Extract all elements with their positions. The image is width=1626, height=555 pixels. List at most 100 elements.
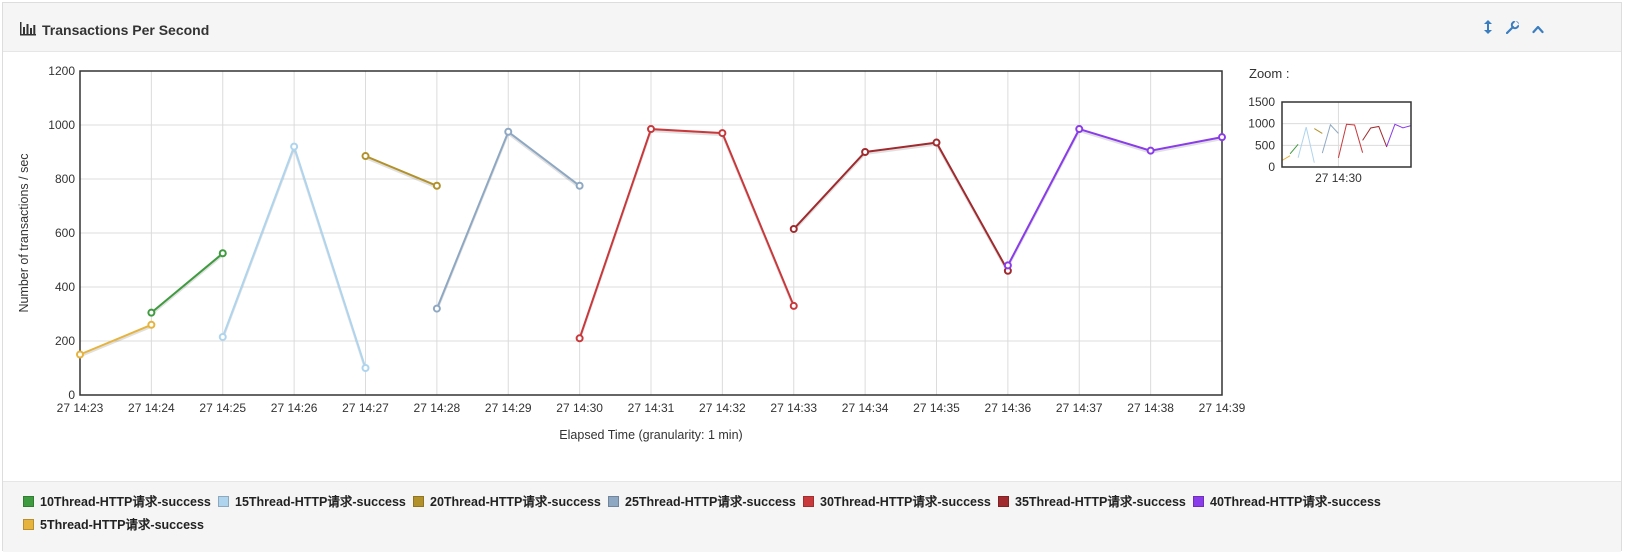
legend-label: 25Thread-HTTP请求-success [625,495,796,509]
zoom-y-tick-label: 500 [1255,138,1275,152]
series-line [578,128,795,339]
wrench-icon[interactable] [1503,20,1521,38]
x-tick-label: 27 14:30 [556,401,603,415]
zoom-series-line [1321,123,1339,154]
legend-swatch [413,496,424,507]
series-line [365,155,438,187]
x-tick-label: 27 14:32 [699,401,746,415]
zoom-y-tick-label: 0 [1268,160,1275,174]
data-point[interactable] [1075,125,1084,134]
series-line [1007,127,1223,266]
y-tick-label: 0 [68,388,75,402]
y-tick-label: 800 [55,172,75,186]
data-point[interactable] [218,332,227,341]
x-tick-label: 27 14:33 [770,401,817,415]
series-line [79,323,152,356]
x-tick-label: 27 14:28 [414,401,461,415]
legend-item[interactable]: 25Thread-HTTP请求-success [608,493,796,511]
legend-item[interactable]: 30Thread-HTTP请求-success [803,493,991,511]
data-point[interactable] [290,142,299,151]
zoom-y-tick-label: 1000 [1248,117,1275,131]
data-point[interactable] [432,304,441,313]
legend-label: 5Thread-HTTP请求-success [40,518,204,532]
zoom-overview-chart[interactable]: 1500 1000 500 0 27 14:30 [1243,91,1423,201]
zoom-x-tick-label: 27 14:30 [1315,171,1362,185]
data-point[interactable] [1003,261,1012,270]
data-point[interactable] [575,181,584,190]
data-point[interactable] [861,148,870,156]
resize-icon[interactable] [1479,20,1497,38]
y-tick-label: 1000 [48,118,75,132]
data-point[interactable] [147,320,156,329]
series-line-shadow [1007,129,1223,268]
series-line-shadow [79,325,152,358]
data-point[interactable] [789,224,798,233]
data-point[interactable] [575,334,584,343]
legend-label: 15Thread-HTTP请求-success [235,495,406,509]
x-axis-title: Elapsed Time (granularity: 1 min) [559,428,742,442]
series-5 [789,138,1012,275]
x-tick-label: 27 14:34 [842,401,889,415]
legend-item[interactable]: 10Thread-HTTP请求-success [23,493,211,511]
legend-swatch [23,519,34,530]
panel-title: Transactions Per Second [42,22,210,38]
y-tick-label: 400 [55,280,75,294]
data-point[interactable] [718,129,727,138]
chart-panel: Transactions Per Second 0 200 400 600 800 100… [2,2,1622,552]
series-6 [1003,125,1226,270]
data-point[interactable] [1146,146,1155,155]
x-tick-label: 27 14:26 [271,401,318,415]
series-0 [147,249,227,317]
legend-swatch [803,496,814,507]
legend-item[interactable]: 40Thread-HTTP请求-success [1193,493,1381,511]
x-tick-label: 27 14:29 [485,401,532,415]
zoom-series-line [1362,125,1388,148]
data-point[interactable] [361,364,370,372]
legend: 10Thread-HTTP请求-success 15Thread-HTTP请求-s… [3,481,1621,552]
legend-item[interactable]: 5Thread-HTTP请求-success [23,516,204,534]
bar-chart-icon [20,22,36,36]
data-point[interactable] [789,301,798,310]
data-point[interactable] [76,350,84,359]
series-4 [575,125,798,343]
data-point[interactable] [361,152,370,161]
x-tick-label: 27 14:37 [1056,401,1103,415]
legend-swatch [998,496,1009,507]
data-point[interactable] [504,127,513,136]
zoom-series-line [1281,155,1291,161]
legend-label: 35Thread-HTTP请求-success [1015,495,1186,509]
y-axis-title: Number of transactions / sec [17,153,31,312]
legend-item[interactable]: 20Thread-HTTP请求-success [413,493,601,511]
zoom-y-tick-label: 1500 [1248,95,1275,109]
data-point[interactable] [218,249,227,258]
legend-item[interactable]: 15Thread-HTTP请求-success [218,493,406,511]
x-tick-label: 27 14:39 [1199,401,1246,415]
x-tick-label: 27 14:31 [628,401,675,415]
legend-label: 30Thread-HTTP请求-success [820,495,991,509]
legend-swatch [23,496,34,507]
series-line-shadow [365,157,438,189]
panel-header: Transactions Per Second [3,3,1621,52]
zoom-series-line [1386,123,1412,147]
series-2 [361,152,441,190]
main-chart[interactable]: 0 200 400 600 800 1000 1200 27 14:23 27 14:24 27 … [3,53,1263,473]
legend-label: 40Thread-HTTP请求-success [1210,495,1381,509]
data-point[interactable] [1218,133,1226,142]
legend-swatch [1193,496,1204,507]
x-tick-label: 27 14:38 [1127,401,1174,415]
x-tick-label: 27 14:27 [342,401,389,415]
series-line [793,141,1009,272]
data-point[interactable] [932,138,941,147]
data-point[interactable] [147,308,156,317]
series-line-shadow [150,254,224,316]
legend-label: 20Thread-HTTP请求-success [430,495,601,509]
series-line [150,252,224,314]
x-tick-label: 27 14:35 [913,401,960,415]
legend-swatch [608,496,619,507]
collapse-icon[interactable] [1529,20,1547,38]
zoom-label: Zoom : [1249,66,1290,81]
data-point[interactable] [432,181,441,190]
legend-item[interactable]: 35Thread-HTTP请求-success [998,493,1186,511]
data-point[interactable] [647,125,655,134]
series-line-shadow [793,143,1009,274]
